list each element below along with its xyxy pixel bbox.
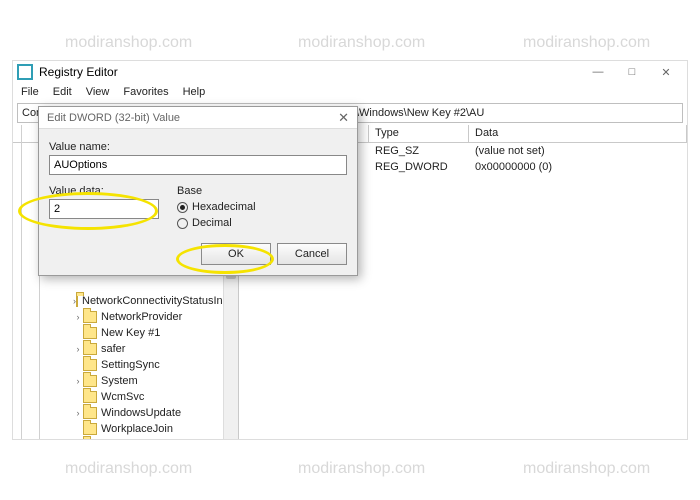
menu-view[interactable]: View — [86, 86, 110, 98]
dialog-titlebar: Edit DWORD (32-bit) Value ✕ — [39, 107, 357, 129]
folder-icon — [83, 327, 97, 339]
cancel-button[interactable]: Cancel — [277, 243, 347, 265]
titlebar: Registry Editor — □ ✕ — [13, 61, 687, 83]
cancel-label: Cancel — [295, 248, 329, 260]
tree-label: WcmSvc — [101, 389, 144, 405]
dialog-close-button[interactable]: ✕ — [338, 110, 349, 126]
value-data-label: Value data: — [49, 185, 159, 197]
tree-label: WindowsUpdate — [101, 405, 181, 421]
watermark: modiranshop.com — [65, 34, 192, 52]
value-type: REG_SZ — [369, 145, 469, 157]
edit-dword-dialog: Edit DWORD (32-bit) Value ✕ Value name: … — [38, 106, 358, 276]
folder-icon — [83, 359, 97, 371]
tree-item[interactable]: › NetworkProvider — [13, 309, 223, 325]
tree-label: NetworkProvider — [101, 309, 182, 325]
folder-icon — [83, 311, 97, 323]
tree-item[interactable]: › WindowsUpdate — [13, 405, 223, 421]
value-data: 0x00000000 (0) — [469, 161, 687, 173]
watermark: modiranshop.com — [523, 460, 650, 478]
folder-icon — [83, 423, 97, 435]
tree-item[interactable]: WSDAPI — [13, 437, 223, 439]
radio-dec-label: Decimal — [192, 217, 232, 229]
ok-button[interactable]: OK — [201, 243, 271, 265]
tree-label: NetworkConnectivityStatusIndicator — [82, 293, 239, 309]
tree-label: WorkplaceJoin — [101, 421, 173, 437]
radio-hex-label: Hexadecimal — [192, 201, 256, 213]
folder-icon — [76, 295, 78, 307]
value-data-input[interactable] — [49, 199, 159, 219]
menu-file[interactable]: File — [21, 86, 39, 98]
window-title: Registry Editor — [39, 65, 118, 79]
watermark: modiranshop.com — [298, 460, 425, 478]
tree-label: New Key #1 — [101, 325, 160, 341]
ok-label: OK — [228, 248, 244, 260]
menu-favorites[interactable]: Favorites — [123, 86, 168, 98]
tree-label: SettingSync — [101, 357, 160, 373]
radio-dec[interactable]: Decimal — [177, 217, 256, 229]
tree-item[interactable]: › safer — [13, 341, 223, 357]
value-data: (value not set) — [469, 145, 687, 157]
expand-icon: › — [73, 373, 83, 389]
expand-icon: › — [73, 309, 83, 325]
col-data[interactable]: Data — [469, 125, 687, 142]
tree-item[interactable]: New Key #1 — [13, 325, 223, 341]
tree-item[interactable]: › System — [13, 373, 223, 389]
tree-item[interactable]: SettingSync — [13, 357, 223, 373]
watermark: modiranshop.com — [523, 34, 650, 52]
tree-label: safer — [101, 341, 125, 357]
close-button[interactable]: ✕ — [649, 61, 683, 83]
value-type: REG_DWORD — [369, 161, 469, 173]
dialog-title: Edit DWORD (32-bit) Value — [47, 112, 180, 124]
tree-item[interactable]: WorkplaceJoin — [13, 421, 223, 437]
col-type[interactable]: Type — [369, 125, 469, 142]
tree-label: WSDAPI — [101, 437, 144, 439]
maximize-button[interactable]: □ — [615, 61, 649, 83]
menu-help[interactable]: Help — [183, 86, 206, 98]
menu-edit[interactable]: Edit — [53, 86, 72, 98]
expand-icon: › — [73, 405, 83, 421]
minimize-button[interactable]: — — [581, 61, 615, 83]
watermark: modiranshop.com — [65, 460, 192, 478]
tree-item[interactable]: ›NetworkConnectivityStatusIndicator — [13, 293, 223, 309]
tree-item[interactable]: WcmSvc — [13, 389, 223, 405]
regedit-icon — [17, 64, 33, 80]
radio-icon — [177, 202, 188, 213]
base-label: Base — [177, 185, 256, 197]
tree-label: System — [101, 373, 138, 389]
expand-icon: › — [73, 341, 83, 357]
folder-icon — [83, 375, 97, 387]
radio-hex[interactable]: Hexadecimal — [177, 201, 256, 213]
folder-icon — [83, 343, 97, 355]
folder-icon — [83, 391, 97, 403]
folder-icon — [83, 407, 97, 419]
value-name-label: Value name: — [49, 141, 347, 153]
value-name-input[interactable] — [49, 155, 347, 175]
menubar: File Edit View Favorites Help — [13, 83, 687, 101]
radio-icon — [177, 218, 188, 229]
watermark: modiranshop.com — [298, 34, 425, 52]
